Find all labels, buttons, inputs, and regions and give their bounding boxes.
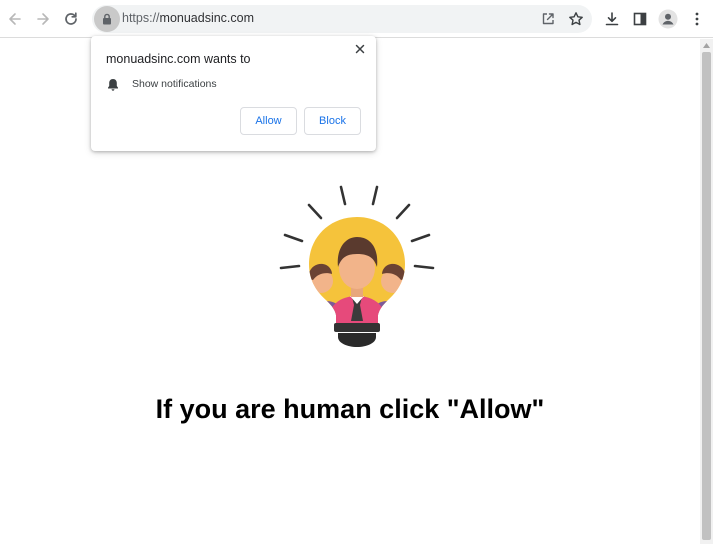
address-bar[interactable]: https://monuadsinc.com xyxy=(92,5,592,33)
browser-toolbar: https://monuadsinc.com xyxy=(0,0,713,38)
prompt-close-button[interactable] xyxy=(352,41,368,57)
lock-icon xyxy=(103,13,111,25)
star-icon xyxy=(569,12,583,26)
close-icon xyxy=(355,44,365,54)
bulb-base xyxy=(334,323,380,332)
arrow-left-icon xyxy=(9,13,21,25)
url-scheme: https:// xyxy=(122,11,160,25)
scrollbar-thumb[interactable] xyxy=(702,52,711,540)
bookmark-button[interactable] xyxy=(562,5,590,33)
avatar-icon xyxy=(658,9,678,29)
back-button[interactable] xyxy=(1,5,29,33)
share-icon xyxy=(542,13,554,25)
arrow-right-icon xyxy=(37,13,49,25)
allow-button[interactable]: Allow xyxy=(240,107,297,135)
forward-button[interactable] xyxy=(29,5,57,33)
scroll-up-button[interactable] xyxy=(702,41,711,49)
share-button[interactable] xyxy=(534,5,562,33)
reload-icon xyxy=(65,12,77,25)
side-panel-icon xyxy=(633,12,647,26)
kebab-menu-icon xyxy=(695,12,699,26)
scroll-up-arrow-icon xyxy=(703,42,710,48)
url-text[interactable]: https://monuadsinc.com xyxy=(122,11,254,25)
reload-button[interactable] xyxy=(57,5,85,33)
page-headline: If you are human click "Allow" xyxy=(155,394,545,424)
profile-button[interactable] xyxy=(654,5,682,33)
site-info-button[interactable] xyxy=(94,6,120,32)
browser-menu-button[interactable] xyxy=(683,5,711,33)
notification-permission-prompt: monuadsinc.com wants to Show notificatio… xyxy=(91,36,376,151)
side-panel-button[interactable] xyxy=(626,5,654,33)
download-icon xyxy=(605,12,619,26)
bell-icon xyxy=(108,79,118,91)
url-host: monuadsinc.com xyxy=(159,11,255,25)
prompt-title: monuadsinc.com wants to xyxy=(106,52,251,66)
downloads-button[interactable] xyxy=(598,5,626,33)
block-button[interactable]: Block xyxy=(304,107,361,135)
permission-label: Show notifications xyxy=(132,78,217,90)
lightbulb-people-illustration xyxy=(279,185,435,347)
